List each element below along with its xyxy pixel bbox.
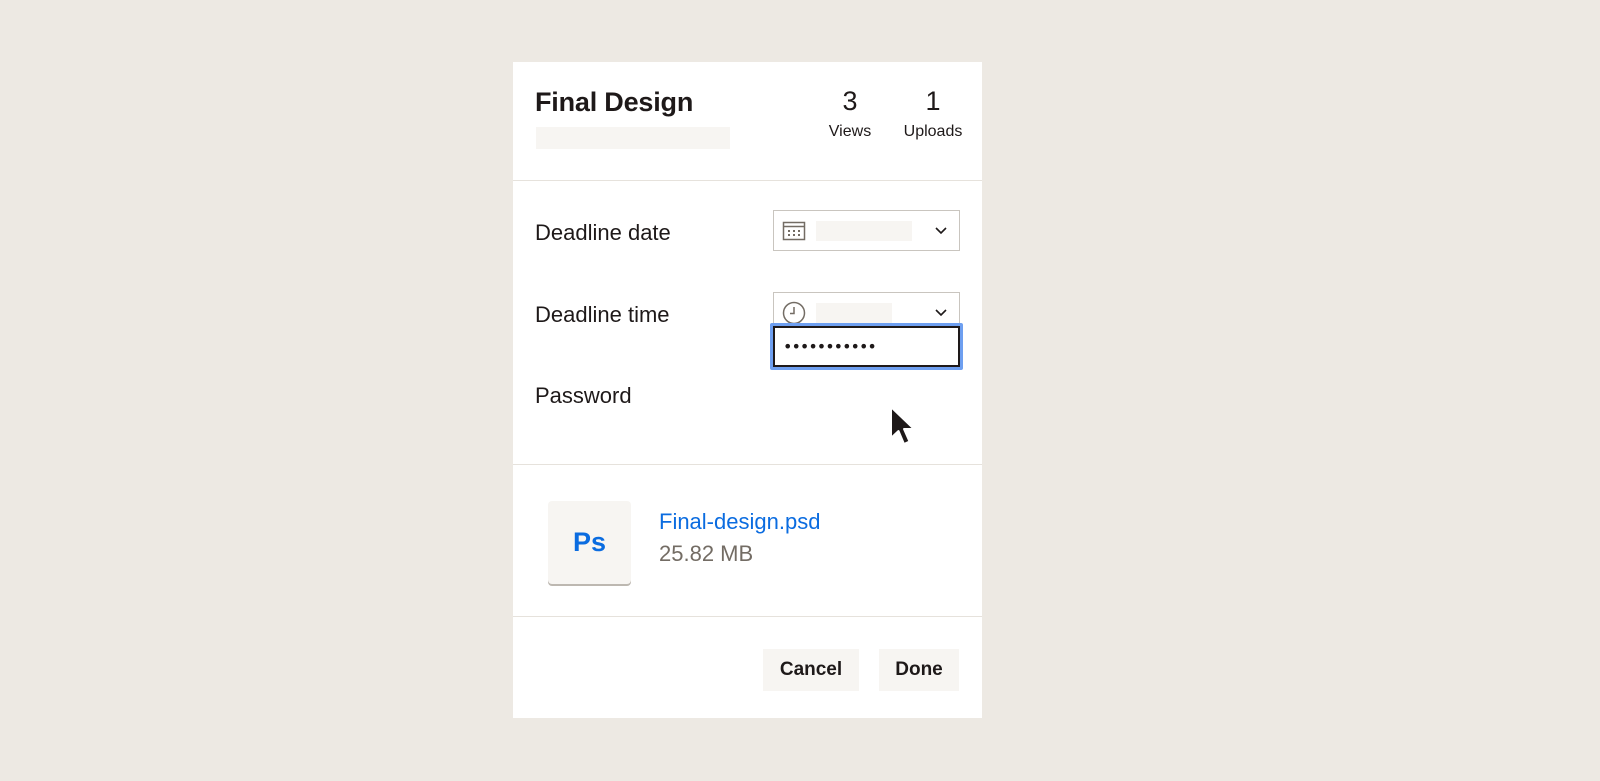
file-type-label: Ps: [572, 527, 607, 557]
cancel-button[interactable]: Cancel: [763, 649, 859, 691]
photoshop-file-icon: Ps: [548, 501, 631, 584]
chevron-down-icon: [935, 227, 947, 235]
file-size: 25.82 MB: [659, 541, 754, 566]
deadline-time-value: [816, 303, 892, 323]
subtitle-placeholder: [536, 127, 730, 149]
deadline-date-select[interactable]: [773, 210, 960, 251]
deadline-date-value: [816, 221, 912, 241]
mouse-pointer-icon: [890, 406, 915, 445]
calendar-icon: [782, 221, 806, 241]
password-input[interactable]: [773, 326, 960, 367]
views-count: 3: [842, 86, 858, 116]
share-settings-card: Final Design 3 Views 1 Uploads Deadline …: [513, 62, 982, 718]
file-name-link[interactable]: Final-design.psd: [659, 509, 820, 535]
deadline-date-label: Deadline date: [535, 220, 671, 245]
password-label: Password: [535, 383, 632, 408]
views-stat: 3 Views: [820, 86, 880, 142]
uploads-count: 1: [925, 86, 941, 116]
uploads-label: Uploads: [903, 123, 963, 140]
clock-icon: [782, 301, 806, 325]
card-header: Final Design 3 Views 1 Uploads: [513, 62, 982, 181]
views-label: Views: [828, 123, 872, 140]
password-focus-ring: [770, 323, 963, 370]
done-button[interactable]: Done: [879, 649, 959, 691]
deadline-time-label: Deadline time: [535, 302, 670, 327]
file-attachment: Ps Final-design.psd 25.82 MB: [513, 465, 982, 617]
chevron-down-icon: [935, 309, 947, 317]
uploads-stat: 1 Uploads: [894, 86, 972, 142]
page-title: Final Design: [535, 87, 694, 117]
